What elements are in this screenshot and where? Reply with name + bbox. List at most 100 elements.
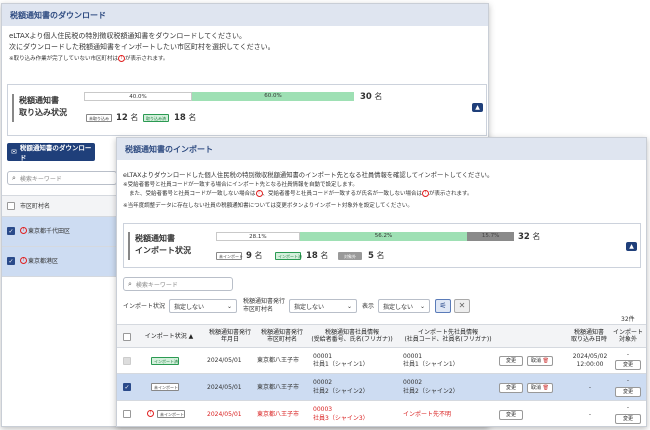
display-filter-label: 表示 <box>362 303 375 310</box>
issuer-city: 東京都八王子市 <box>257 411 300 418</box>
target-employee-no: 00001 <box>403 353 423 360</box>
target-employee-no: 00002 <box>403 379 423 386</box>
tag-imported: 取り込み済 <box>143 114 169 122</box>
status-title-line2: 取り込み状況 <box>19 108 67 117</box>
col-notice-employee: 税額通知書社員情報 (受給者番号、氏名(フリガナ)) <box>311 329 393 343</box>
sort-up-icon: ▲ <box>188 333 194 340</box>
status-accent-bar <box>12 94 14 122</box>
collapse-chevron-icon[interactable]: ▲ <box>626 242 637 251</box>
table-row[interactable]: ! 未インポート 2024/05/01 東京都八王子市 00003 社員3（シャ… <box>117 401 646 426</box>
employee-table-header: インポート状況 ▲ 税額通知書発行 年月日 税額通知書発行 市区町村名 税額通知書社… <box>117 324 646 348</box>
notice-employee-no: 00002 <box>313 379 333 386</box>
change-target-button[interactable]: 変更 <box>499 410 523 420</box>
display-select[interactable]: 指定しない ⌄ <box>378 299 430 313</box>
select-all-checkbox[interactable] <box>123 333 131 341</box>
city-name: 東京都港区 <box>28 258 59 265</box>
warning-circle-icon: ! <box>147 410 154 417</box>
download-panel-header: 税額通知書のダウンロード <box>2 4 488 26</box>
download-note: ※取り込み作業が完了していない市区町村は! が表示されます。 <box>9 55 169 62</box>
import-panel-header: 税額通知書のインポート <box>117 138 646 160</box>
tag-not-imported: 未インポート <box>216 252 243 260</box>
cancel-import-button[interactable]: 取消 🗑 <box>527 383 553 393</box>
city-row[interactable]: ✓ ! 東京都港区 <box>2 247 119 277</box>
status-title-line1: 税額通知書 <box>135 234 175 243</box>
import-panel-title: 税額通知書のインポート <box>125 144 213 154</box>
row-checkbox <box>123 357 131 365</box>
chevron-down-icon: ⌄ <box>419 302 425 310</box>
issuer-select[interactable]: 指定しない ⌄ <box>289 299 357 313</box>
count-imported: 18 名 <box>306 251 329 261</box>
issue-date: 2024/05/01 <box>207 411 242 418</box>
change-target-button[interactable]: 変更 <box>499 356 523 366</box>
row-checkbox[interactable] <box>123 410 131 418</box>
count-excluded: 5 名 <box>368 251 385 261</box>
search-input[interactable]: ⌕ 検索キーワード <box>123 277 233 291</box>
status-title-line2: インポート状況 <box>135 246 191 255</box>
col-city-name: 市区町村名 <box>20 203 51 210</box>
target-unknown: インポート先不明 <box>403 411 452 418</box>
col-excluded: インポート 対象外 <box>612 329 643 343</box>
status-title-line1: 税額通知書 <box>19 96 59 105</box>
count-imported: 18 名 <box>174 113 197 123</box>
download-panel-title: 税額通知書のダウンロード <box>10 10 106 20</box>
mail-icon: ✉ <box>11 148 17 156</box>
issuer-city: 東京都八王子市 <box>257 384 300 391</box>
excluded-value: - <box>626 377 630 384</box>
col-import-status[interactable]: インポート状況 ▲ <box>141 333 197 340</box>
import-status-filter-label: インポート状況 <box>123 303 166 310</box>
search-icon: ⌕ <box>128 279 132 288</box>
tag-excluded: 対象外 <box>338 252 362 260</box>
status-accent-bar <box>128 232 130 260</box>
count-not-imported: 12 名 <box>116 113 139 123</box>
status-progress-bar: 40.0% 60.0% <box>84 92 354 101</box>
import-datetime-date: - <box>588 384 592 391</box>
filter-settings-icon[interactable]: ⚟ <box>435 299 451 313</box>
row-checkbox[interactable]: ✓ <box>7 227 15 235</box>
issuer-filter-label-2: 市区町村名 <box>243 306 274 313</box>
table-row[interactable]: インポート済 2024/05/01 東京都八王子市 00001 社員1（シャイン… <box>117 348 646 374</box>
excluded-change-button[interactable]: 変更 <box>615 387 641 397</box>
warning-circle-icon: ! <box>20 257 27 264</box>
notice-employee-no: 00003 <box>313 406 333 413</box>
import-status-select[interactable]: 指定しない ⌄ <box>169 299 237 313</box>
search-icon: ⌕ <box>12 173 16 182</box>
download-notice-button[interactable]: ✉ 税額通知書のダウンロード <box>7 143 95 162</box>
col-import-datetime: 税額通知書 取り込み日時 <box>570 329 607 343</box>
import-note-1: ※受給者番号と社員コードが一致する場合にインポート先となる社員情報を自動で設定し… <box>123 182 358 188</box>
progress-segment: 15.7% <box>467 232 514 241</box>
issue-date: 2024/05/01 <box>207 357 242 364</box>
notice-employee-name: 社員1（シャイン1） <box>313 361 369 368</box>
collapse-chevron-icon[interactable]: ▲ <box>472 103 483 112</box>
tag-imported: インポート済 <box>275 252 302 260</box>
row-checkbox[interactable]: ✓ <box>123 383 131 391</box>
warning-circle-icon: ! <box>117 55 125 62</box>
trash-icon: 🗑 <box>542 358 549 364</box>
col-issuer-city: 税額通知書発行 市区町村名 <box>260 329 303 343</box>
status-badge: インポート済 <box>151 357 179 365</box>
excluded-value: - <box>626 351 630 358</box>
tag-not-imported: 未取り込み <box>86 114 112 122</box>
change-target-button[interactable]: 変更 <box>499 383 523 393</box>
import-note-3: ※当年度調整データに存在しない社員の税額通知書については変更ボタンよりインポート… <box>123 203 413 209</box>
target-employee-name: 社員2（シャイン2） <box>403 388 459 395</box>
table-row[interactable]: ✓ 未インポート 2024/05/01 東京都八王子市 00002 社員2（シャ… <box>117 374 646 401</box>
progress-segment: 40.0% <box>84 92 192 101</box>
target-employee-name: 社員1（シャイン1） <box>403 361 459 368</box>
clear-filter-icon[interactable]: ✕ <box>454 299 470 313</box>
select-all-checkbox[interactable] <box>7 202 15 210</box>
progress-segment: 60.0% <box>192 92 354 101</box>
excluded-change-button[interactable]: 変更 <box>615 360 641 370</box>
search-input[interactable]: ⌕ 検索キーワード <box>7 171 117 185</box>
excluded-change-button[interactable]: 変更 <box>615 414 641 424</box>
import-note-2: また、受給者番号と社員コードが一致しない場合は! 、受給者番号と社員コードが一致す… <box>129 190 473 197</box>
row-checkbox[interactable]: ✓ <box>7 257 15 265</box>
city-row[interactable]: ✓ ! 東京都千代田区 <box>2 217 119 247</box>
status-progress-bar: 28.1% 56.2% 15.7% <box>216 232 514 241</box>
cancel-import-button[interactable]: 取消 🗑 <box>527 356 553 366</box>
status-badge: 未インポート <box>157 410 185 418</box>
notice-employee-name: 社員2（シャイン2） <box>313 388 369 395</box>
import-status-box: 税額通知書 取り込み状況 40.0% 60.0% 30 名 未取り込み 12 名 … <box>7 84 487 136</box>
issuer-filter-label-1: 税額通知書発行 <box>243 298 286 305</box>
import-desc: eLTAXよりダウンロードした個人住民税の特別徴収税額通知書のインポート先となる… <box>123 172 494 179</box>
city-name: 東京都千代田区 <box>28 228 71 235</box>
